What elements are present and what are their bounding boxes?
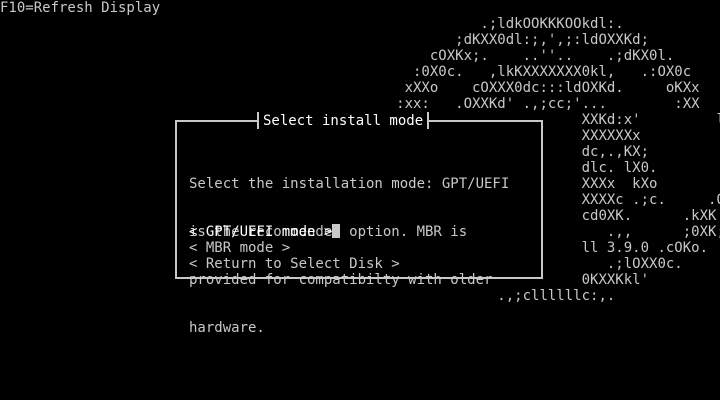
mbr-mode-option[interactable]: < MBR mode > [189, 240, 400, 256]
dialog-title: Select install mode [256, 112, 430, 129]
option-label: < MBR mode > [189, 240, 291, 256]
ascii-logo-line: :xx: .OXXKd' .,;cc;'... :XX [0, 96, 700, 112]
return-to-select-disk-option[interactable]: < Return to Select Disk > [189, 256, 400, 272]
option-label: < GPT/UEFI mode > [189, 224, 333, 240]
dialog-description-line: provided for compatibilty with older [189, 272, 493, 288]
gpt-uefi-mode-option[interactable]: < GPT/UEFI mode > [189, 224, 400, 240]
dialog-description-line: Select the installation mode: GPT/UEFI [189, 176, 510, 192]
ascii-logo-line: ;dKXX0dl:;,',;:ldOXXKd; [0, 32, 650, 48]
install-mode-dialog: Select install mode Select the installat… [175, 112, 543, 336]
ascii-logo-line: :0X0c. ,lkKXXXXXXX0kl, .:OX0c [0, 64, 692, 80]
ascii-logo-line: .;ldkOOKKKOOkdl:. [0, 16, 624, 32]
install-mode-menu: < GPT/UEFI mode > < MBR mode > < Return … [189, 224, 400, 272]
text-cursor [332, 224, 341, 238]
dialog-description-line: hardware. [189, 320, 265, 336]
option-label: < Return to Select Disk > [189, 256, 400, 272]
ascii-logo-line: xXXo cOXXX0dc:::ldOXKd. oKXx [0, 80, 700, 96]
ascii-logo-line: cOXKx;. ..''.. .;dKX0l. [0, 48, 675, 64]
refresh-hint: F10=Refresh Display [0, 0, 161, 16]
